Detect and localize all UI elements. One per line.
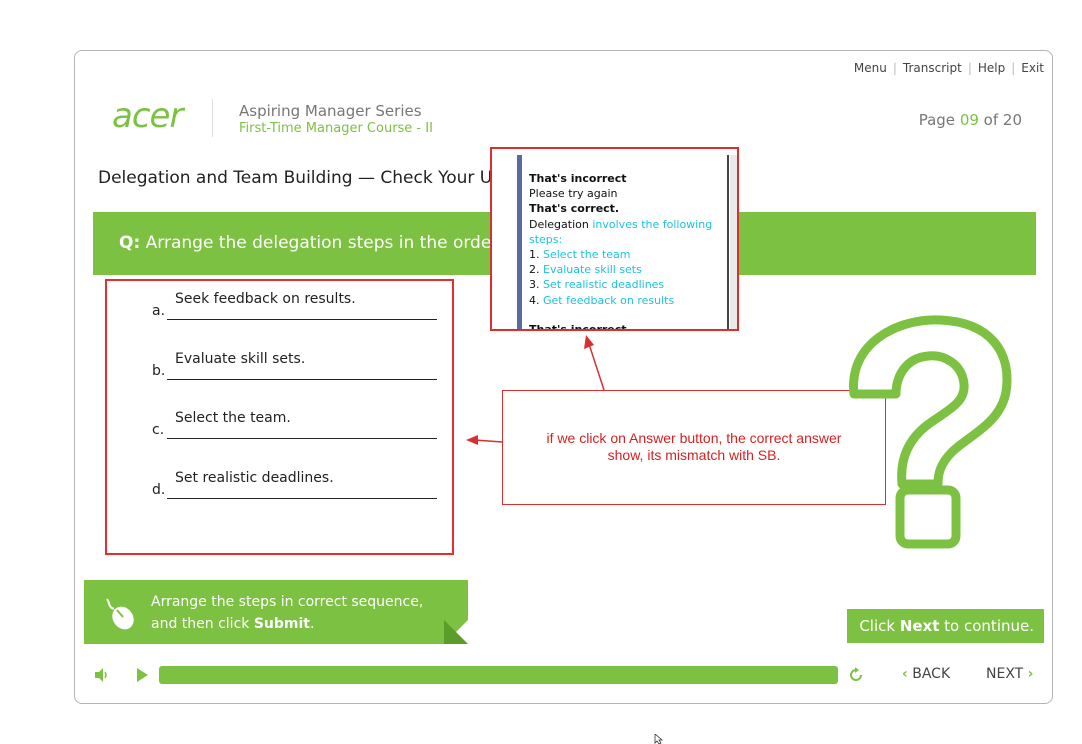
next-prompt: Click Next to continue.	[847, 609, 1044, 643]
mouse-icon	[106, 598, 134, 630]
instruction-prefix: and then click	[151, 615, 254, 632]
instruction-text: Arrange the steps in correct sequence, a…	[151, 592, 423, 635]
chevron-right-icon: ›	[1027, 666, 1034, 682]
popup-right-border	[727, 155, 729, 329]
next-prompt-bold: Next	[899, 617, 940, 635]
step-number: 2.	[529, 263, 543, 277]
step-text: Set realistic deadlines	[543, 278, 665, 292]
popup-left-bar	[517, 155, 522, 329]
next-prompt-prefix: Click	[859, 617, 900, 635]
answer-letter: b.	[152, 363, 166, 379]
exit-link[interactable]: Exit	[1021, 61, 1044, 75]
answer-item-b[interactable]: b. Evaluate skill sets.	[152, 351, 437, 380]
answer-text[interactable]: Set realistic deadlines.	[175, 470, 334, 486]
step-text: Get feedback on results	[543, 293, 675, 307]
instruction-suffix: .	[309, 615, 315, 632]
instruction-line-2: and then click Submit.	[151, 614, 423, 636]
annotation-line-2: show, its mismatch with SB.	[607, 447, 781, 463]
help-link[interactable]: Help	[978, 61, 1005, 75]
transcript-link[interactable]: Transcript	[903, 61, 962, 75]
answer-letter: a.	[152, 303, 166, 319]
annotation-line-1: if we click on Answer button, the correc…	[546, 430, 842, 446]
player-controls: ‹ BACK NEXT ›	[84, 664, 1044, 686]
annotation-note: if we click on Answer button, the correc…	[502, 390, 886, 505]
answer-text[interactable]: Select the team.	[175, 410, 291, 426]
answer-item-d[interactable]: d. Set realistic deadlines.	[152, 470, 437, 499]
separator: |	[967, 61, 972, 75]
answer-list: a. Seek feedback on results. b. Evaluate…	[105, 279, 454, 555]
step-number: 4.	[529, 293, 543, 307]
speaker-icon[interactable]	[94, 667, 110, 683]
instruction-submit: Submit	[253, 615, 310, 632]
page-current: 09	[959, 111, 979, 129]
answer-text[interactable]: Seek feedback on results.	[175, 291, 356, 307]
replay-icon[interactable]	[848, 667, 864, 683]
chevron-left-icon: ‹	[902, 666, 908, 682]
next-prompt-text: Click Next to continue.	[859, 617, 1034, 635]
answer-text[interactable]: Evaluate skill sets.	[175, 351, 305, 367]
step-text: Evaluate skill sets	[543, 263, 642, 277]
page-suffix: of 20	[978, 111, 1022, 129]
series-title: Aspiring Manager Series	[239, 102, 422, 120]
page-prefix: Page	[918, 111, 960, 129]
popup-scrollbar[interactable]	[730, 155, 737, 329]
separator: |	[1011, 61, 1016, 75]
feedback-incorrect-2: That's incorrect	[529, 322, 627, 331]
logo-divider	[212, 99, 213, 137]
popup-content: That's incorrect Please try again That's…	[529, 171, 724, 331]
feedback-step: 2. Evaluate skill sets	[529, 262, 724, 277]
instruction-box: Arrange the steps in correct sequence, a…	[84, 580, 468, 644]
next-label: NEXT	[986, 666, 1024, 682]
feedback-popup: That's incorrect Please try again That's…	[490, 147, 739, 331]
menu-link[interactable]: Menu	[854, 61, 887, 75]
course-title: First-Time Manager Course - II	[239, 121, 433, 136]
feedback-step: 3. Set realistic deadlines	[529, 277, 724, 292]
annotation-text: if we click on Answer button, the correc…	[503, 430, 885, 464]
mouse-cursor-icon	[654, 734, 664, 744]
question-mark-icon	[849, 315, 1012, 549]
acer-logo: acer	[112, 96, 183, 136]
question-body: Arrange the delegation steps in the orde…	[140, 233, 522, 253]
question-prefix: Q:	[119, 233, 141, 253]
play-icon[interactable]	[137, 668, 148, 682]
answer-letter: c.	[152, 422, 165, 438]
question-text: Q: Arrange the delegation steps in the o…	[119, 233, 521, 253]
top-links: Menu | Transcript | Help | Exit	[854, 61, 1044, 75]
next-prompt-suffix: to continue.	[939, 617, 1034, 635]
feedback-incorrect: That's incorrect	[529, 172, 627, 185]
instruction-line-1: Arrange the steps in correct sequence,	[151, 594, 424, 610]
step-number: 1.	[529, 248, 543, 262]
feedback-correct: That's correct.	[529, 202, 620, 216]
back-label: BACK	[912, 666, 951, 682]
step-text: Select the team	[543, 248, 631, 262]
feedback-step: 4. Get feedback on results	[529, 293, 724, 308]
page-counter: Page 09 of 20	[919, 111, 1022, 129]
feedback-try-again: Please try again	[529, 187, 618, 201]
progress-bar[interactable]	[159, 666, 838, 684]
answer-item-a[interactable]: a. Seek feedback on results.	[152, 291, 437, 320]
delegation-prefix: Delegation	[529, 217, 593, 231]
answer-item-c[interactable]: c. Select the team.	[152, 410, 437, 439]
back-button[interactable]: ‹ BACK	[902, 666, 950, 682]
step-number: 3.	[529, 278, 543, 292]
page-fold	[444, 620, 468, 644]
answer-letter: d.	[152, 482, 166, 498]
next-button[interactable]: NEXT ›	[986, 666, 1033, 682]
page-title: Delegation and Team Building — Check You…	[98, 168, 525, 188]
separator: |	[892, 61, 897, 75]
feedback-step: 1. Select the team	[529, 247, 724, 262]
feedback-delegation: Delegation involves the following steps:	[529, 217, 724, 247]
